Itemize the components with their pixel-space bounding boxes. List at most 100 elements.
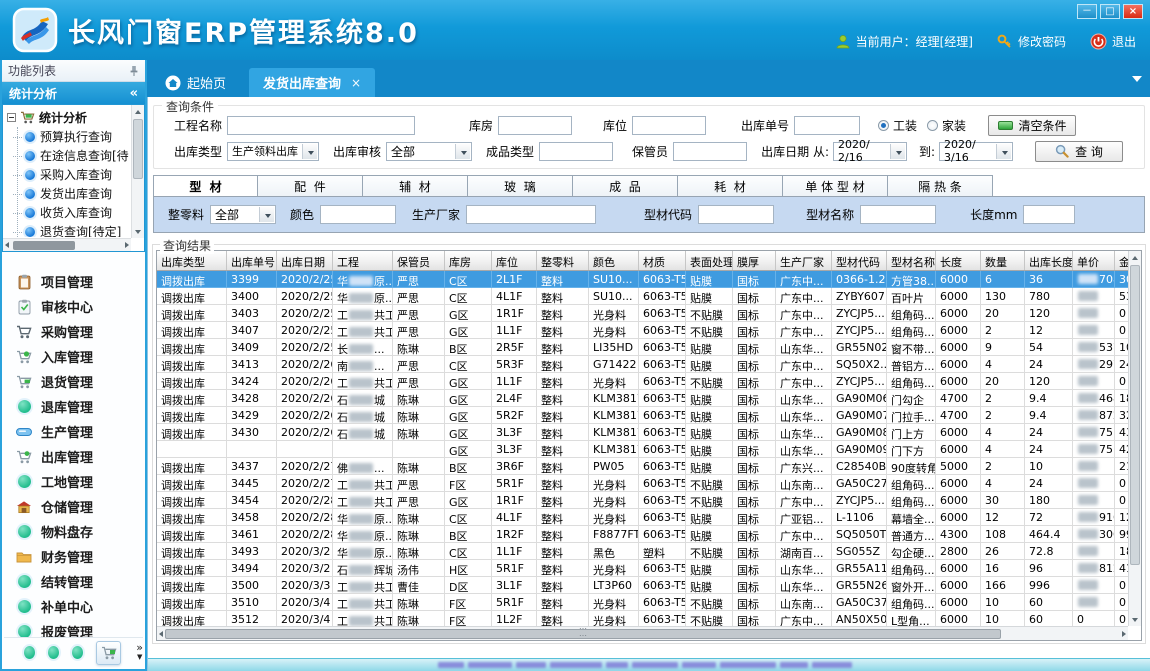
toolbar-overflow-button[interactable]: » ▼ [136, 644, 143, 661]
table-row-12[interactable]: 调拨出库34452020/2/27工共工程严思F区5R1F整料光身料6063-T… [157, 475, 1128, 492]
tree-item-4[interactable]: 收货入库查询 [7, 203, 130, 222]
sidebar-item-0[interactable]: 项目管理 [4, 269, 143, 294]
toolbar-dot-icon[interactable] [72, 646, 83, 659]
column-header-3[interactable]: 工程 [333, 251, 393, 270]
sidebar-item-9[interactable]: 仓储管理 [4, 494, 143, 519]
material-tab-5[interactable]: 耗 材 [678, 175, 783, 197]
scroll-left-icon[interactable] [5, 242, 9, 248]
sidebar-item-8[interactable]: 工地管理 [4, 469, 143, 494]
column-header-18[interactable]: 单价 [1073, 251, 1115, 270]
column-header-19[interactable]: 金 [1115, 251, 1128, 270]
tab-home[interactable]: 起始页 [151, 68, 240, 97]
column-header-10[interactable]: 表面处理 [686, 251, 733, 270]
sidebar-item-3[interactable]: 入库管理 [4, 344, 143, 369]
material-tab-1[interactable]: 配 件 [258, 175, 363, 197]
sidebar-item-2[interactable]: 采购管理 [4, 319, 143, 344]
sidebar-item-14[interactable]: 报废管理 [4, 619, 143, 637]
date-from-select[interactable]: 2020/ 2/16 [833, 142, 907, 161]
material-tab-6[interactable]: 单 体 型 材 [783, 175, 888, 197]
sidebar-item-1[interactable]: 审核中心 [4, 294, 143, 319]
table-row-18[interactable]: 调拨出库35002020/3/3工共工程曹佳D区3L1F整料LT3P606063… [157, 577, 1128, 594]
grid-hscroll-thumb[interactable] [165, 629, 1001, 639]
tree-vertical-scrollbar[interactable] [131, 105, 144, 238]
grid-horizontal-scrollbar[interactable] [157, 626, 1128, 640]
scroll-left-icon[interactable] [159, 631, 163, 637]
sidebar-item-5[interactable]: 退库管理 [4, 394, 143, 419]
close-button[interactable]: × [1123, 4, 1143, 19]
column-header-11[interactable]: 膜厚 [733, 251, 776, 270]
column-header-8[interactable]: 颜色 [589, 251, 639, 270]
column-header-15[interactable]: 长度 [936, 251, 981, 270]
sidebar-item-6[interactable]: 生产管理 [4, 419, 143, 444]
material-tab-3[interactable]: 玻 璃 [468, 175, 573, 197]
audit-select[interactable]: 全部 [386, 142, 472, 161]
grid-vscroll-thumb[interactable] [1130, 265, 1140, 565]
logout-button[interactable]: 退出 [1090, 33, 1136, 50]
column-header-7[interactable]: 整零料 [537, 251, 589, 270]
table-row-11[interactable]: 调拨出库34372020/2/27佛...陈琳B区3R6F整料PW056063-… [157, 458, 1128, 475]
column-header-14[interactable]: 型材名称 [887, 251, 936, 270]
search-button[interactable]: 查 询 [1035, 141, 1123, 162]
column-header-2[interactable]: 出库日期 [277, 251, 333, 270]
table-row-5[interactable]: 调拨出库34132020/2/26南...严思C区5R3F整料G71422606… [157, 356, 1128, 373]
project-name-input[interactable] [227, 116, 415, 135]
table-row-10[interactable]: G区3L3F整料KLM38176063-T5贴膜国标山东华...GA90M09.… [157, 441, 1128, 458]
sidebar-item-13[interactable]: 补单中心 [4, 594, 143, 619]
order-no-input[interactable] [794, 116, 860, 135]
column-header-12[interactable]: 生产厂家 [776, 251, 832, 270]
tree-hscroll-thumb[interactable] [13, 241, 75, 250]
table-row-20[interactable]: 调拨出库35122020/3/4工共工程陈琳F区1L2F整料光身料6063-T5… [157, 611, 1128, 626]
sidebar-item-10[interactable]: 物料盘存 [4, 519, 143, 544]
table-row-4[interactable]: 调拨出库34092020/2/25长...陈琳B区2R5F整料LI35HD606… [157, 339, 1128, 356]
keeper-input[interactable] [673, 142, 747, 161]
scroll-down-icon[interactable] [1132, 618, 1138, 622]
date-to-select[interactable]: 2020/ 3/16 [939, 142, 1013, 161]
column-header-16[interactable]: 数量 [981, 251, 1025, 270]
tab-list-dropdown-icon[interactable] [1132, 76, 1142, 82]
tree-expander-icon[interactable] [7, 113, 16, 122]
tree-vscroll-thumb[interactable] [133, 119, 143, 179]
outbound-type-select[interactable]: 生产领料出库 [227, 142, 319, 161]
column-header-17[interactable]: 出库长度 [1025, 251, 1073, 270]
table-row-3[interactable]: 调拨出库34072020/2/25工共工程严思G区1L1F整料光身料6063-T… [157, 322, 1128, 339]
location-input[interactable] [632, 116, 706, 135]
whole-piece-select[interactable]: 全部 [210, 205, 276, 224]
scroll-up-icon[interactable] [1132, 256, 1138, 260]
pin-icon[interactable] [129, 65, 139, 77]
profile-name-input[interactable] [860, 205, 936, 224]
toolbar-dot-icon[interactable] [24, 646, 35, 659]
scroll-right-icon[interactable] [125, 242, 129, 248]
column-header-13[interactable]: 型材代码 [832, 251, 887, 270]
tree-item-1[interactable]: 在途信息查询[待 [7, 146, 130, 165]
profile-code-input[interactable] [698, 205, 774, 224]
length-input[interactable] [1023, 205, 1075, 224]
maximize-button[interactable]: □ [1100, 4, 1120, 19]
clear-conditions-button[interactable]: 清空条件 [988, 115, 1076, 136]
change-password-link[interactable]: 修改密码 [997, 33, 1066, 50]
table-row-15[interactable]: 调拨出库34612020/2/28华原...陈琳B区1R2F整料F8877FT6… [157, 526, 1128, 543]
table-row-6[interactable]: 调拨出库34242020/2/26工共工程严思G区1L1F整料光身料6063-T… [157, 373, 1128, 390]
sidebar-item-11[interactable]: 财务管理 [4, 544, 143, 569]
table-row-0[interactable]: 调拨出库33992020/2/25华原...严思C区2L1F整料SU10...6… [157, 271, 1128, 288]
manufacturer-input[interactable] [466, 205, 596, 224]
color-input[interactable] [320, 205, 396, 224]
material-tab-7[interactable]: 隔 热 条 [888, 175, 993, 197]
tree-item-5[interactable]: 退货查询[待定] [7, 222, 130, 237]
radio-jiazhuang[interactable]: 家装 [927, 117, 966, 134]
tab-shipping-outbound-query[interactable]: 发货出库查询 × [249, 68, 375, 97]
tree-item-3[interactable]: 发货出库查询 [7, 184, 130, 203]
column-header-5[interactable]: 库房 [445, 251, 492, 270]
tree-item-0[interactable]: 预算执行查询 [7, 127, 130, 146]
column-header-6[interactable]: 库位 [492, 251, 537, 270]
column-header-4[interactable]: 保管员 [393, 251, 445, 270]
material-tab-4[interactable]: 成 品 [573, 175, 678, 197]
column-header-9[interactable]: 材质 [639, 251, 686, 270]
collapse-icon[interactable]: « [130, 86, 138, 101]
table-row-8[interactable]: 调拨出库34292020/2/26石城陈琳G区5R2F整料KLM38176063… [157, 407, 1128, 424]
minimize-button[interactable]: － [1077, 4, 1097, 19]
radio-gongzhuang[interactable]: 工装 [878, 117, 917, 134]
table-row-19[interactable]: 调拨出库35102020/3/4工共工程陈琳F区5R1F整料光身料6063-T5… [157, 594, 1128, 611]
table-row-2[interactable]: 调拨出库34032020/2/25工共工程严思G区1R1F整料光身料6063-T… [157, 305, 1128, 322]
tab-close-icon[interactable]: × [351, 76, 361, 90]
sidebar-item-12[interactable]: 结转管理 [4, 569, 143, 594]
